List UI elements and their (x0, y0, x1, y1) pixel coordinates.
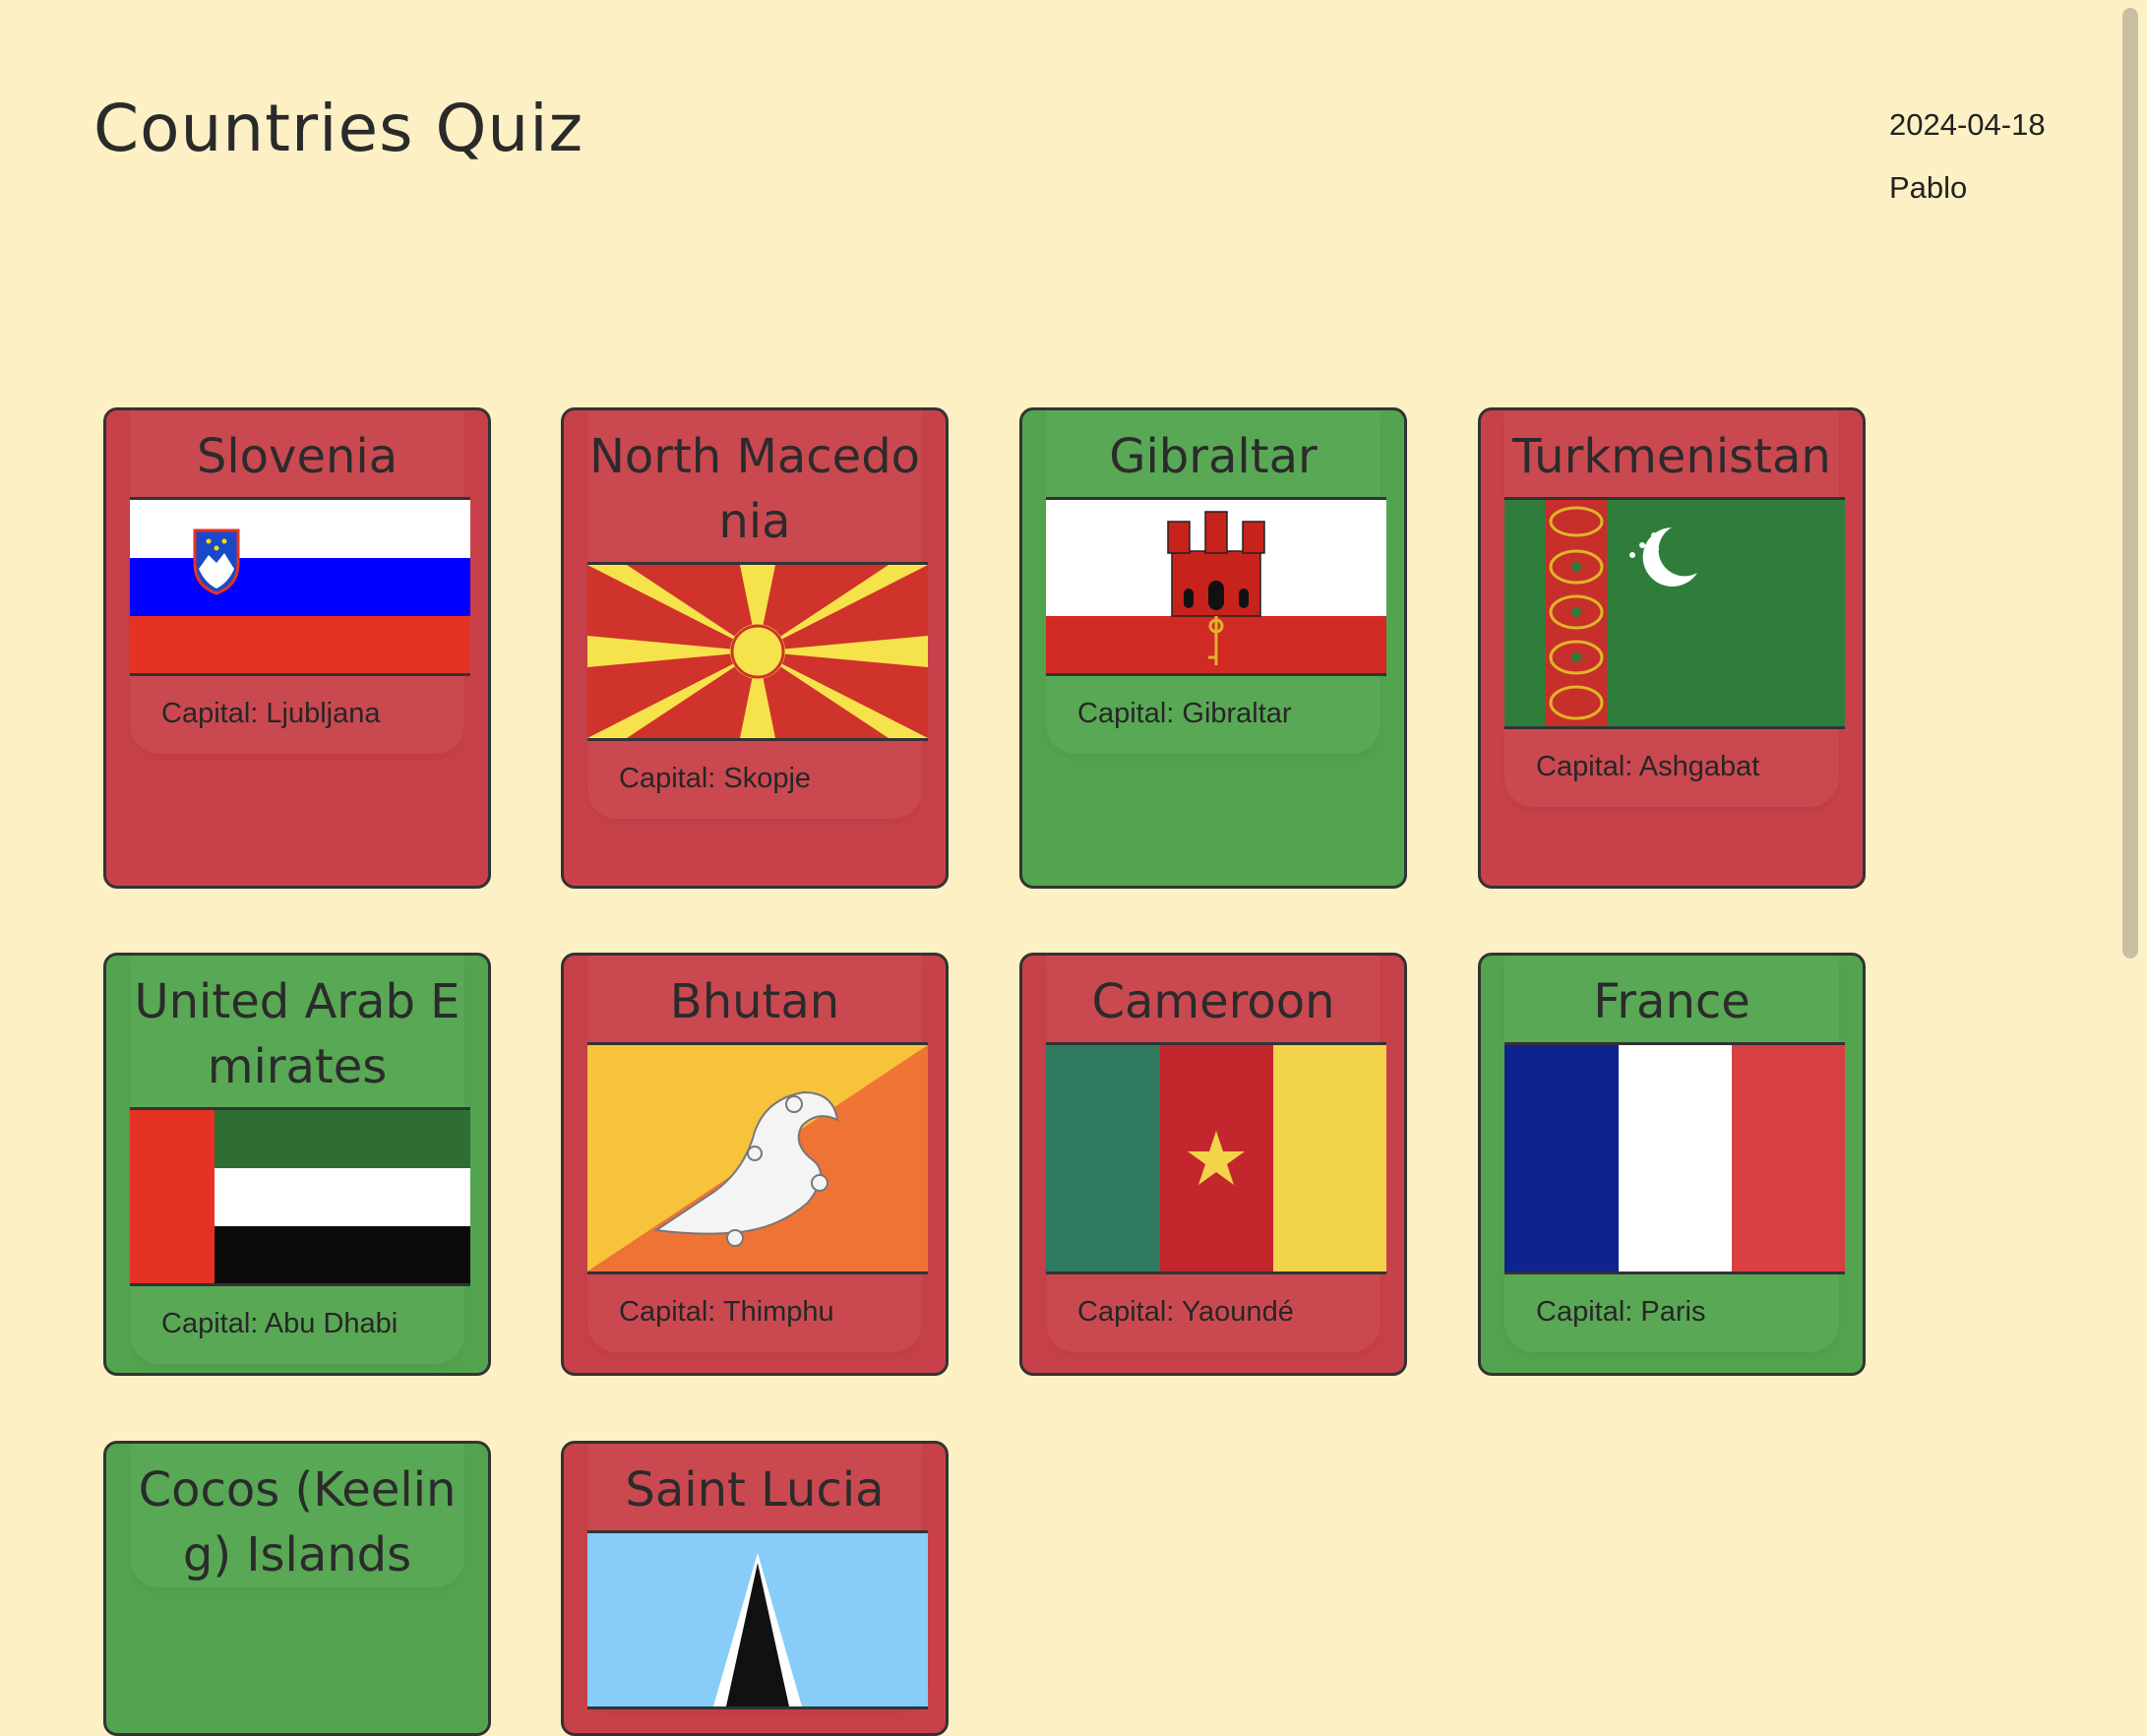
turkmenistan-flag-icon (1504, 497, 1845, 729)
country-card-gibraltar[interactable]: Gibraltar Capital: Gibraltar (1019, 407, 1407, 889)
country-name: United Arab Emirates (134, 974, 460, 1094)
country-card-slovenia[interactable]: Slovenia Capital: Ljubljana (103, 407, 491, 889)
vertical-scrollbar[interactable] (2116, 0, 2147, 1606)
saint-lucia-flag-icon (587, 1530, 928, 1709)
cameroon-flag-icon (1046, 1042, 1386, 1274)
slovenia-flag-icon (130, 497, 470, 676)
country-name: Gibraltar (1109, 429, 1318, 484)
capital-label: Capital: Abu Dhabi (161, 1308, 399, 1339)
country-card-turkmenistan[interactable]: Turkmenistan Capital: Ashgabat (1478, 407, 1866, 889)
capital-label: Capital: Paris (1536, 1296, 1706, 1328)
country-name: Bhutan (669, 974, 840, 1029)
france-flag-icon (1504, 1042, 1845, 1274)
country-card-france[interactable]: France Capital: Paris (1478, 953, 1866, 1376)
country-card-saint-lucia[interactable]: Saint Lucia (561, 1441, 949, 1736)
country-name: France (1593, 974, 1750, 1029)
country-name: Cameroon (1091, 974, 1335, 1029)
country-card-bhutan[interactable]: Bhutan Capital: Thimphu (561, 953, 949, 1376)
country-card-uae[interactable]: United Arab Emirates Capital: Abu Dhabi (103, 953, 491, 1376)
country-card-cocos-islands[interactable]: Cocos (Keeling) Islands (103, 1441, 491, 1736)
capital-label: Capital: Ljubljana (161, 698, 381, 729)
country-name: Cocos (Keeling) Islands (138, 1462, 457, 1582)
scrollbar-thumb[interactable] (2122, 8, 2138, 959)
user-name: Pablo (1889, 170, 1968, 205)
bhutan-flag-icon (587, 1042, 928, 1274)
country-name: Saint Lucia (625, 1462, 885, 1518)
page-title: Countries Quiz (93, 91, 584, 166)
capital-label: Capital: Yaoundé (1077, 1296, 1294, 1328)
country-card-north-macedonia[interactable]: North Macedonia Capital: Skopje (561, 407, 949, 889)
country-name: Slovenia (196, 429, 399, 484)
country-name: North Macedonia (588, 429, 921, 549)
capital-label: Capital: Thimphu (619, 1296, 834, 1328)
capital-label: Capital: Ashgabat (1536, 751, 1760, 782)
capital-label: Capital: Gibraltar (1077, 698, 1292, 729)
gibraltar-flag-icon (1046, 497, 1386, 676)
capital-label: Capital: Skopje (619, 763, 812, 794)
country-name: Turkmenistan (1512, 429, 1831, 484)
north-macedonia-flag-icon (587, 562, 928, 741)
country-card-cameroon[interactable]: Cameroon Capital: Yaoundé (1019, 953, 1407, 1376)
quiz-meta: 2024-04-18 Pablo (1889, 93, 2046, 219)
quiz-date: 2024-04-18 (1889, 107, 2046, 142)
uae-flag-icon (130, 1107, 470, 1286)
